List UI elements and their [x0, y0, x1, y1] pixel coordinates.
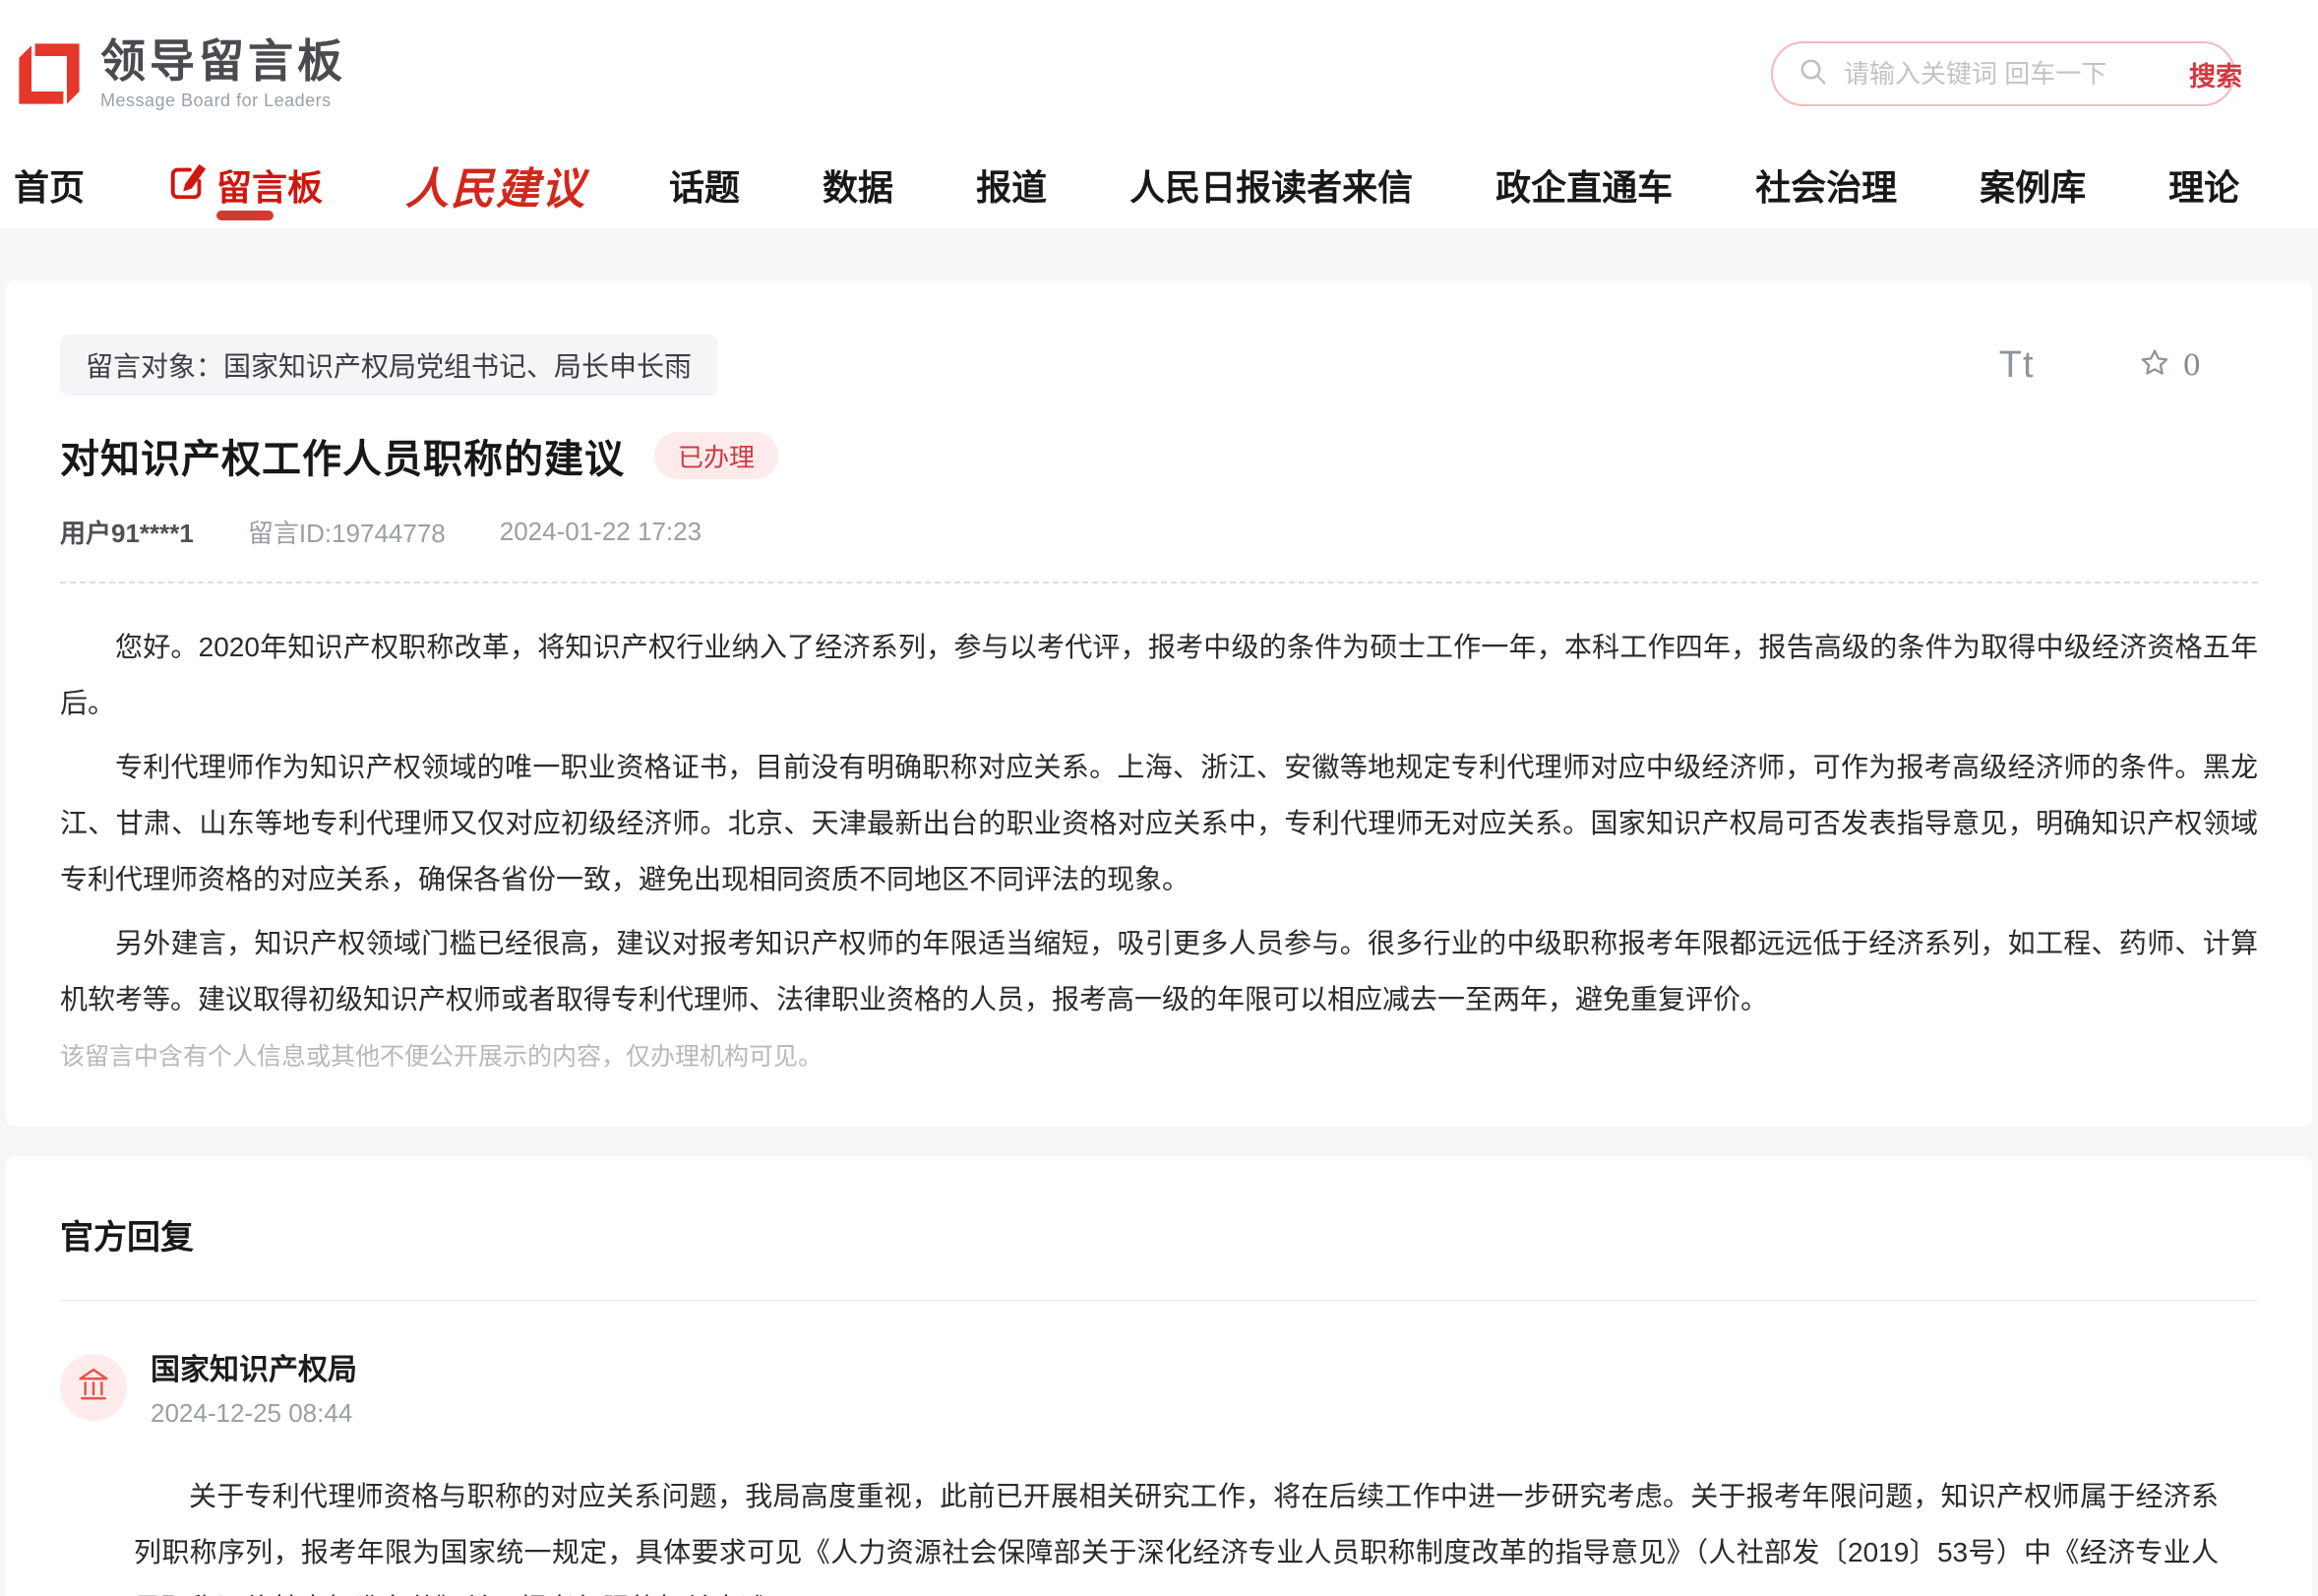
message-paragraph: 专利代理师作为知识产权领域的唯一职业资格证书，目前没有明确职称对应关系。上海、浙…: [60, 739, 2258, 907]
nav-item-label: 数据: [823, 159, 893, 211]
message-card: 留言对象：国家知识产权局党组书记、局长申长雨 Tt 0 对知识产权工作人员职称的…: [6, 280, 2312, 1127]
nav-item-theory[interactable]: 理论: [2168, 148, 2239, 222]
nav-item-reports[interactable]: 报道: [976, 148, 1047, 222]
nav-item-label: 人民日报读者来信: [1129, 159, 1413, 211]
nav-item-label: 社会治理: [1755, 159, 1897, 211]
target-label: 留言对象：国家知识产权局党组书记、局长申长雨: [60, 335, 717, 396]
search-icon: [1799, 57, 1828, 92]
nav-item-label: 案例库: [1980, 159, 2086, 211]
nav-item-social-governance[interactable]: 社会治理: [1755, 148, 1897, 222]
nav-item-label: 理论: [2168, 159, 2239, 211]
government-building-icon: [74, 1365, 113, 1409]
message-id: 留言ID:19744778: [248, 514, 446, 550]
search-button[interactable]: 搜索: [2189, 55, 2242, 93]
privacy-note: 该留言中含有个人信息或其他不便公开展示的内容，仅办理机构可见。: [60, 1037, 2258, 1127]
brand-title: 领导留言板: [100, 36, 346, 87]
nav-item-topics[interactable]: 话题: [669, 148, 740, 222]
nav-item-home[interactable]: 首页: [14, 148, 85, 222]
content: 留言对象：国家知识产权局党组书记、局长申长雨 Tt 0 对知识产权工作人员职称的…: [0, 228, 2318, 1596]
message-body: 您好。2020年知识产权职称改革，将知识产权行业纳入了经济系列，参与以考代评，报…: [60, 583, 2258, 1027]
nav-item-label: 首页: [14, 159, 85, 211]
search-box[interactable]: 搜索: [1771, 41, 2235, 106]
nav-item-readers-letters[interactable]: 人民日报读者来信: [1129, 148, 1413, 222]
nav-item-peoples-suggestion[interactable]: 人民建议: [405, 148, 586, 222]
main-nav: 首页 留言板 人民建议 话题 数据 报道 人民日报读者来信 政企直通: [0, 148, 2318, 228]
star-icon: [2138, 346, 2171, 385]
message-head-row: 留言对象：国家知识产权局党组书记、局长申长雨 Tt 0: [60, 280, 2258, 396]
status-badge: 已办理: [654, 432, 778, 479]
message-title: 对知识产权工作人员职称的建议: [60, 427, 625, 484]
head-actions: Tt 0: [1999, 344, 2201, 387]
favorite-button[interactable]: 0: [2138, 346, 2201, 385]
reply-head: 国家知识产权局 2024-12-25 08:44: [60, 1345, 2258, 1429]
font-size-control[interactable]: Tt: [1999, 344, 2035, 387]
meta-row: 用户91****1 留言ID:19744778 2024-01-22 17:23: [60, 514, 2258, 550]
message-user: 用户91****1: [60, 514, 194, 550]
nav-item-message-board[interactable]: 留言板: [167, 148, 323, 222]
reply-body: 关于专利代理师资格与职称的对应关系问题，我局高度重视，此前已开展相关研究工作，将…: [134, 1468, 2219, 1596]
nav-item-gov-business-express[interactable]: 政企直通车: [1495, 148, 1673, 222]
nav-item-label: 留言板: [216, 159, 323, 211]
section-divider: [60, 1300, 2258, 1301]
nav-item-case-library[interactable]: 案例库: [1980, 148, 2086, 222]
reply-card: 官方回复 国家知识产权局 20: [6, 1156, 2312, 1596]
title-row: 对知识产权工作人员职称的建议 已办理: [60, 427, 2258, 484]
nav-item-label: 话题: [669, 159, 740, 211]
reply-section-title: 官方回复: [60, 1156, 2258, 1258]
site-header: 领导留言板 Message Board for Leaders 搜索: [0, 0, 2318, 148]
reply-time: 2024-12-25 08:44: [151, 1398, 357, 1429]
brand-text: 领导留言板 Message Board for Leaders: [100, 36, 346, 111]
message-paragraph: 另外建言，知识产权领域门槛已经很高，建议对报考知识产权师的年限适当缩短，吸引更多…: [60, 915, 2258, 1027]
search-input[interactable]: [1844, 59, 2173, 90]
message-paragraph: 您好。2020年知识产权职称改革，将知识产权行业纳入了经济系列，参与以考代评，报…: [60, 619, 2258, 731]
favorite-count: 0: [2183, 348, 2201, 382]
nav-item-label: 报道: [976, 159, 1047, 211]
brand-subtitle: Message Board for Leaders: [100, 91, 346, 111]
nav-item-data[interactable]: 数据: [823, 148, 893, 222]
message-time: 2024-01-22 17:23: [500, 517, 702, 547]
agency-avatar: [60, 1354, 127, 1421]
brand-logo-icon: [14, 35, 85, 112]
reply-agency-block: 国家知识产权局 2024-12-25 08:44: [151, 1345, 357, 1429]
page: 领导留言板 Message Board for Leaders 搜索 首页: [0, 0, 2318, 1596]
reply-content: 关于专利代理师资格与职称的对应关系问题，我局高度重视，此前已开展相关研究工作，将…: [134, 1468, 2219, 1596]
agency-name: 国家知识产权局: [151, 1345, 357, 1388]
site-logo[interactable]: 领导留言板 Message Board for Leaders: [14, 35, 346, 112]
edit-icon: [167, 160, 209, 211]
peoples-suggestion-logo: 人民建议: [405, 153, 586, 216]
nav-item-label: 政企直通车: [1495, 159, 1673, 211]
